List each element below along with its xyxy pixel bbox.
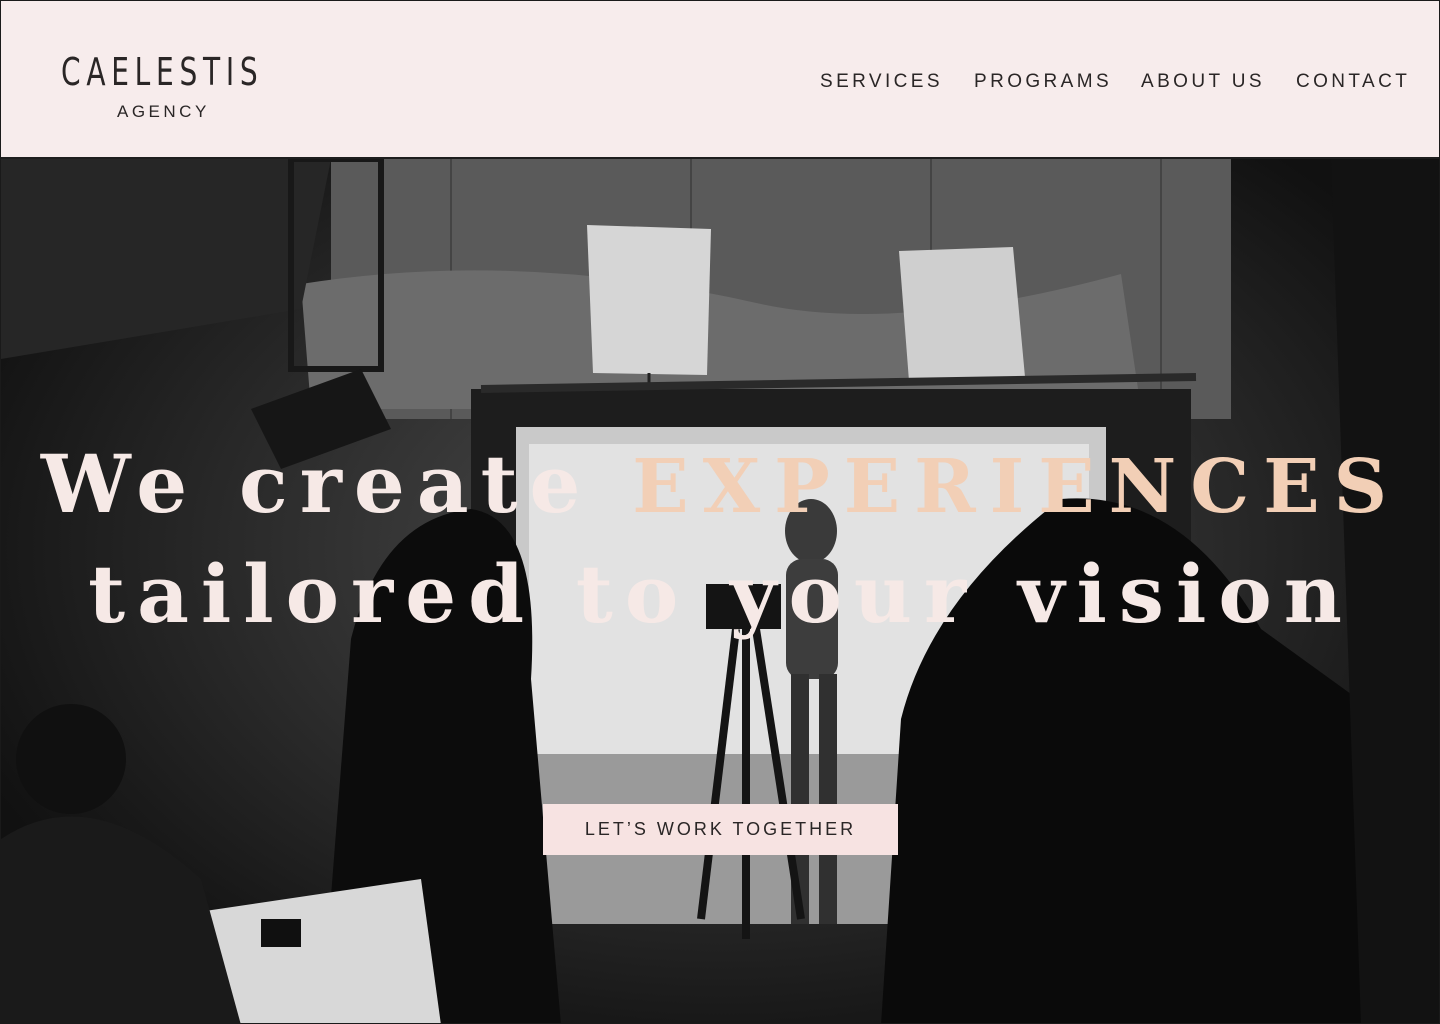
nav-item-services[interactable]: SERVICES bbox=[820, 71, 943, 93]
headline-prefix: We create bbox=[40, 437, 593, 531]
hero-headline-line-2: tailored to your vision bbox=[88, 547, 1354, 641]
brand-tagline: AGENCY bbox=[117, 102, 210, 121]
main-nav: SERVICES PROGRAMS ABOUT US CONTACT bbox=[1, 71, 1439, 97]
nav-item-about-us[interactable]: ABOUT US bbox=[1141, 71, 1265, 93]
hero-section: We create EXPERIENCES tailored to your v… bbox=[1, 159, 1439, 1023]
headline-accent: EXPERIENCES bbox=[632, 444, 1402, 530]
nav-item-contact[interactable]: CONTACT bbox=[1296, 71, 1410, 93]
site-header: CAELESTIS AGENCY SERVICES PROGRAMS ABOUT… bbox=[1, 1, 1439, 159]
hero-headline-line-1: We create EXPERIENCES bbox=[1, 437, 1439, 531]
work-together-button[interactable]: LET’S WORK TOGETHER bbox=[543, 804, 898, 855]
nav-item-programs[interactable]: PROGRAMS bbox=[974, 71, 1112, 93]
page: CAELESTIS AGENCY SERVICES PROGRAMS ABOUT… bbox=[0, 0, 1440, 1024]
